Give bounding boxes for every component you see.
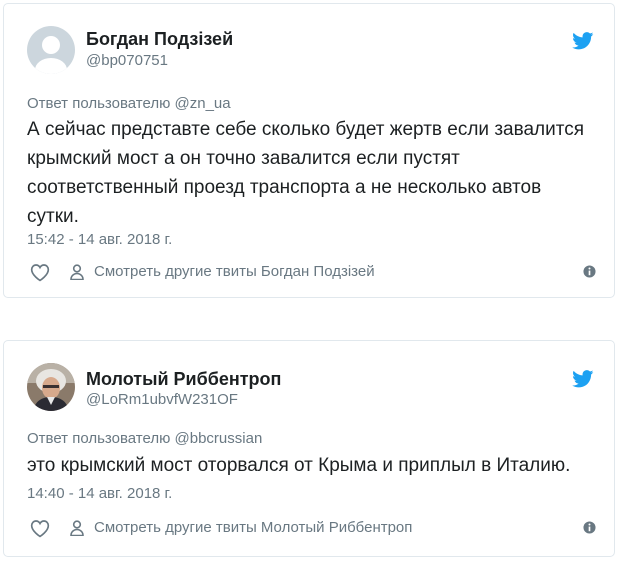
reply-to-handle[interactable]: @bbcrussian (175, 430, 263, 447)
heart-icon[interactable] (30, 263, 50, 282)
tweet-timestamp[interactable]: 14:40 - 14 авг. 2018 г. (27, 485, 172, 502)
more-tweets-link[interactable]: Смотреть другие твиты Богдан Подзізей (94, 263, 375, 280)
person-icon (70, 264, 84, 280)
reply-context: Ответ пользователю @zn_ua (27, 95, 231, 112)
heart-icon[interactable] (30, 519, 50, 538)
profile-photo (27, 363, 75, 411)
info-icon[interactable] (583, 521, 596, 534)
reply-label: Ответ пользователю (27, 430, 171, 447)
tweet-text: А сейчас представте себе сколько будет ж… (27, 119, 585, 227)
reply-context: Ответ пользователю @bbcrussian (27, 430, 262, 447)
user-handle[interactable]: @bp070751 (86, 52, 168, 69)
twitter-bird-icon[interactable] (572, 370, 594, 388)
tweet-actions: Смотреть другие твиты Молотый Риббентроп (27, 518, 596, 540)
avatar[interactable] (27, 26, 75, 74)
twitter-bird-icon[interactable] (572, 32, 594, 50)
reply-label: Ответ пользователю (27, 95, 171, 112)
display-name[interactable]: Богдан Подзізей (86, 29, 233, 50)
tweet-card: Богдан Подзізей @bp070751 Ответ пользова… (3, 3, 615, 298)
reply-to-handle[interactable]: @zn_ua (175, 95, 231, 112)
tweet-actions: Смотреть другие твиты Богдан Подзізей (27, 262, 596, 284)
display-name[interactable]: Молотый Риббентроп (86, 369, 281, 390)
tweet-card: Молотый Риббентроп @LoRm1ubvfW231OF Отве… (3, 340, 615, 557)
more-tweets-link[interactable]: Смотреть другие твиты Молотый Риббентроп (94, 519, 412, 536)
avatar[interactable] (27, 363, 75, 411)
info-icon[interactable] (583, 265, 596, 278)
tweet-text: это крымский мост оторвался от Крыма и п… (27, 455, 571, 476)
default-avatar-icon (27, 26, 75, 74)
tweet-timestamp[interactable]: 15:42 - 14 авг. 2018 г. (27, 231, 172, 248)
user-handle[interactable]: @LoRm1ubvfW231OF (86, 391, 238, 408)
person-icon (70, 520, 84, 536)
